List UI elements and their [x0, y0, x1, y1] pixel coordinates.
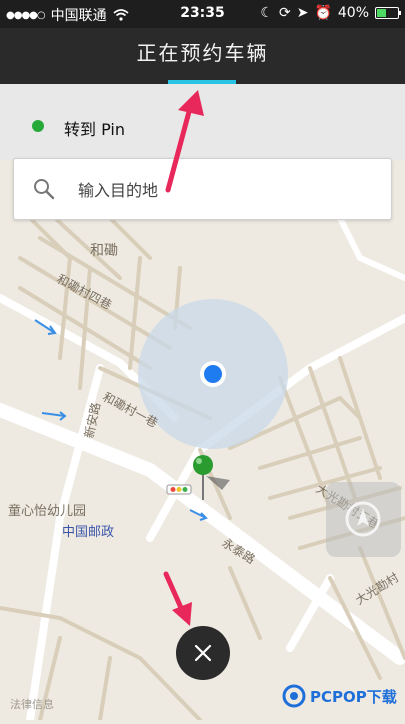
map-label: 和磡 — [90, 243, 118, 259]
legal-info-link[interactable]: 法律信息 — [10, 696, 54, 712]
status-right: ☾ ⟳ ➤ ⏰ 40% — [260, 5, 401, 21]
watermark-text: PCPOP下载 — [310, 687, 397, 706]
destination-input[interactable]: 输入目的地 — [78, 177, 158, 201]
cancel-button[interactable] — [176, 626, 230, 680]
watermark: PCPOP下载 — [282, 684, 397, 708]
pickup-label: 转到 Pin — [64, 120, 125, 139]
map-label: 中国邮政 — [62, 525, 115, 540]
watermark-logo-icon — [282, 684, 306, 708]
moon-icon: ☾ — [260, 5, 273, 21]
battery-icon — [375, 7, 401, 19]
search-icon — [34, 179, 55, 200]
compass-icon — [345, 501, 381, 537]
nav-bar: 正在预约车辆 — [0, 28, 405, 84]
pin-icon — [193, 455, 213, 475]
battery-fill — [377, 9, 386, 17]
annotation-arrow-icon — [163, 571, 192, 626]
page-title: 正在预约车辆 — [136, 41, 269, 65]
user-location-dot — [204, 365, 222, 383]
map-label: 童心怡幼儿园 — [8, 504, 87, 519]
rotation-lock-icon: ⟳ — [278, 5, 291, 21]
alarm-icon: ⏰ — [314, 5, 332, 21]
battery-percent: 40% — [337, 5, 369, 21]
location-icon: ➤ — [296, 5, 309, 21]
pickup-dot-icon — [32, 120, 44, 132]
map-compass-button[interactable] — [326, 482, 401, 557]
close-icon — [194, 644, 212, 662]
annotation-arrow-icon — [165, 90, 204, 193]
status-bar: ●●●●○ 中国联通 23:35 ☾ ⟳ ➤ ⏰ 40% — [0, 0, 405, 28]
